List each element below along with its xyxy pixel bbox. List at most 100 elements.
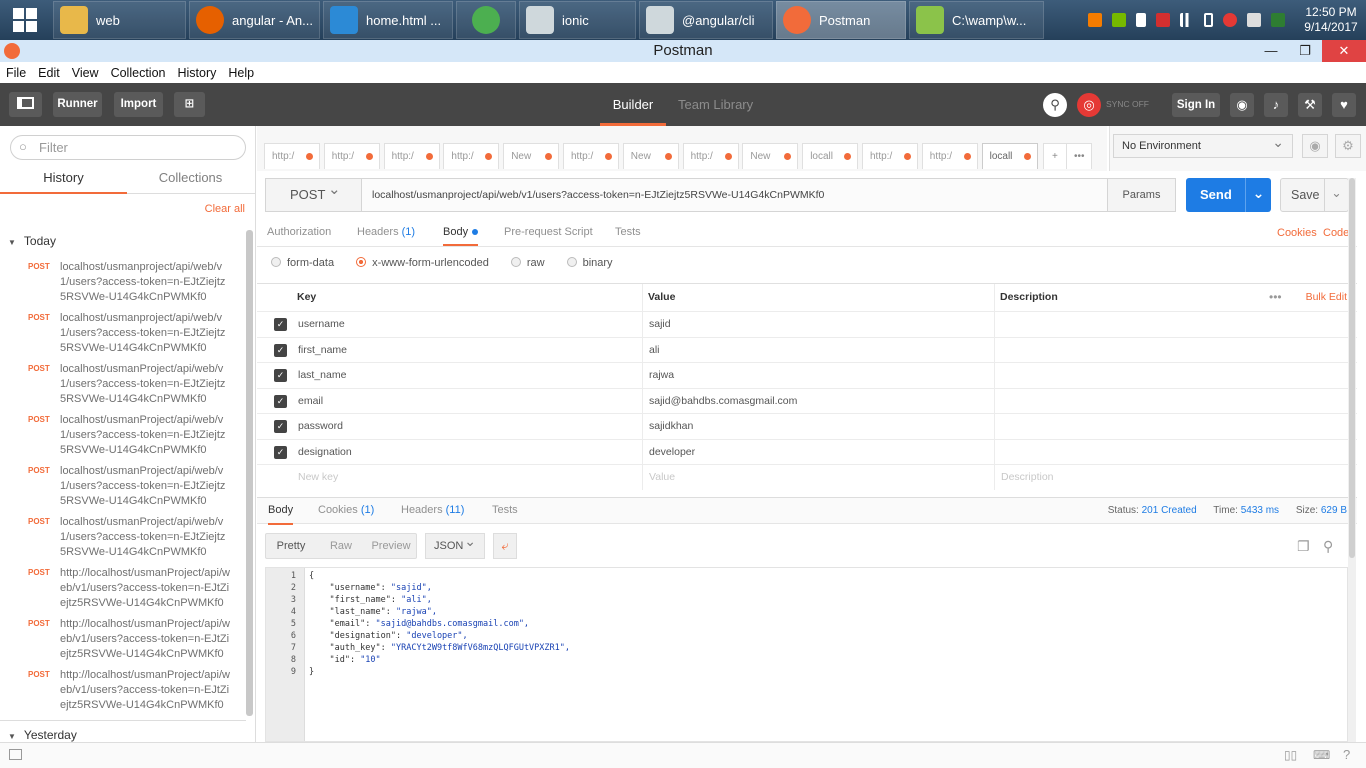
sync-icon[interactable]: ◎ [1077,93,1101,117]
group-today[interactable]: ▼ Today [8,234,56,248]
flag-icon[interactable] [1136,13,1146,27]
view-preview-button[interactable]: Preview [366,534,416,558]
gear-icon[interactable]: ⚙ [1335,134,1361,158]
status-value[interactable]: 201 Created [1142,505,1197,516]
request-tab[interactable]: http:/ [921,143,978,169]
taskbar-item[interactable]: home.html ... [323,1,453,39]
tab-history[interactable]: History [0,166,127,194]
request-tab[interactable]: locall [802,143,859,169]
group-yesterday[interactable]: ▼ Yesterday [8,728,77,742]
row-checkbox[interactable]: ✓ [274,445,287,459]
row-key[interactable]: username [298,318,345,330]
taskbar-item[interactable]: Postman [776,1,906,39]
taskbar-item[interactable]: @angular/cli [639,1,773,39]
tab-body[interactable]: Body [443,226,479,246]
menu-collection[interactable]: Collection [105,66,172,80]
row-value[interactable]: ali [649,344,660,356]
tab-builder[interactable]: Builder [600,83,666,126]
taskbar-item[interactable]: ionic [519,1,636,39]
sign-in-button[interactable]: Sign In [1172,93,1220,117]
response-tab-body[interactable]: Body [268,504,294,525]
bulk-edit-link[interactable]: Bulk Edit [1306,284,1347,311]
save-dropdown-button[interactable]: ⌄ [1324,179,1348,211]
maximize-button[interactable]: ❐ [1288,40,1322,62]
more-options-icon[interactable]: ••• [1269,284,1282,311]
row-key[interactable]: email [298,395,323,407]
size-value[interactable]: 629 B [1321,505,1347,516]
acrobat-icon[interactable] [1156,13,1170,27]
request-tab[interactable]: http:/ [323,143,380,169]
tab-prerequest-script[interactable]: Pre-request Script [504,226,593,238]
new-window-button[interactable]: ⊞ [174,92,205,117]
scrollbar-thumb[interactable] [1349,178,1355,558]
send-dropdown-button[interactable]: ⌄ [1245,178,1271,212]
two-pane-icon[interactable]: ▯▯ [1284,748,1297,762]
environment-select[interactable]: No Environment [1113,131,1293,158]
row-key[interactable]: password [298,420,343,432]
history-item[interactable]: POST localhost/usmanProject/api/web/v1/us… [0,361,246,412]
time-value[interactable]: 5433 ms [1241,505,1279,516]
row-key[interactable]: last_name [298,369,346,381]
history-item[interactable]: POST http://localhost/usmanProject/api/we… [0,565,246,616]
save-button[interactable]: Save ⌄ [1280,178,1349,212]
params-button[interactable]: Params [1108,178,1176,212]
radio-x-www-form-urlencoded[interactable]: x-www-form-urlencoded [356,257,489,273]
radio-form-data[interactable]: form-data [271,257,334,273]
new-key-input[interactable]: New key [298,471,338,483]
help-icon[interactable]: ? [1343,747,1350,762]
speaker-muted-icon[interactable] [1247,13,1261,27]
code-link[interactable]: Code [1323,227,1349,239]
response-tab-headers[interactable]: Headers (11) [401,504,464,516]
request-tab[interactable]: http:/ [682,143,739,169]
history-item[interactable]: POST localhost/usmanproject/api/web/v1/us… [0,259,246,310]
request-tab[interactable]: http:/ [862,143,918,169]
row-value[interactable]: rajwa [649,369,674,381]
view-pretty-button[interactable]: Pretty [266,534,316,558]
response-tab-cookies[interactable]: Cookies (1) [318,504,374,516]
request-tab[interactable]: http:/ [383,143,440,169]
taskbar-item[interactable]: angular - An... [189,1,320,39]
radio-raw[interactable]: raw [510,257,545,273]
row-checkbox[interactable]: ✓ [274,343,287,357]
eye-icon[interactable]: ◉ [1302,134,1328,158]
method-select[interactable]: POST [265,174,362,212]
battery-icon[interactable] [1204,13,1213,27]
row-value[interactable]: sajid [649,318,671,330]
tab-headers[interactable]: Headers (1) [357,226,415,238]
main-scrollbar[interactable] [1348,178,1356,742]
row-checkbox[interactable]: ✓ [274,394,287,408]
history-item[interactable]: POST http://localhost/usmanProject/api/we… [0,616,246,667]
import-button[interactable]: Import [114,92,163,117]
new-value-input[interactable]: Value [649,471,675,483]
clock[interactable]: 12:50 PM 9/14/2017 [1296,5,1366,35]
menu-help[interactable]: Help [222,66,260,80]
radio-binary[interactable]: binary [566,257,613,273]
response-tab-tests[interactable]: Tests [492,504,518,516]
request-tab[interactable]: New [503,143,560,169]
request-tab[interactable]: http:/ [443,143,500,169]
heart-icon[interactable]: ♥ [1332,93,1356,117]
request-tab[interactable]: New [622,143,679,169]
tab-team-library[interactable]: Team Library [678,83,753,126]
start-button[interactable] [0,0,50,40]
search-icon[interactable]: ⚲ [1323,538,1333,555]
nvidia-icon[interactable] [1112,13,1126,27]
send-button[interactable]: Send ⌄ [1186,178,1271,212]
taskbar-item[interactable]: C:\wamp\w... [909,1,1044,39]
history-item[interactable]: POST localhost/usmanProject/api/web/v1/us… [0,514,246,565]
response-body-editor[interactable]: 1 2 3 4 5 6 7 8 9 { "username": "sajid", "first_… [265,567,1348,742]
row-checkbox[interactable]: ✓ [274,420,287,433]
history-item[interactable]: POST localhost/usmanProject/api/web/v1/us… [0,412,246,463]
history-item[interactable]: POST localhost/usmanproject/api/web/v1/us… [0,310,246,361]
clear-all-link[interactable]: Clear all [205,203,245,215]
satellite-icon[interactable]: ⚲ [1043,93,1067,117]
tab-authorization[interactable]: Authorization [267,226,331,238]
row-key[interactable]: designation [298,446,352,458]
wrap-lines-button[interactable]: ⤶ [493,533,517,559]
row-checkbox[interactable]: ✓ [274,318,287,331]
request-tab[interactable]: locall [981,143,1038,169]
signal-icon[interactable] [1180,13,1194,27]
close-button[interactable]: ✕ [1322,40,1366,62]
interceptor-icon[interactable]: ◉ [1230,93,1254,117]
history-item[interactable]: POST localhost/usmanProject/api/web/v1/us… [0,463,246,514]
